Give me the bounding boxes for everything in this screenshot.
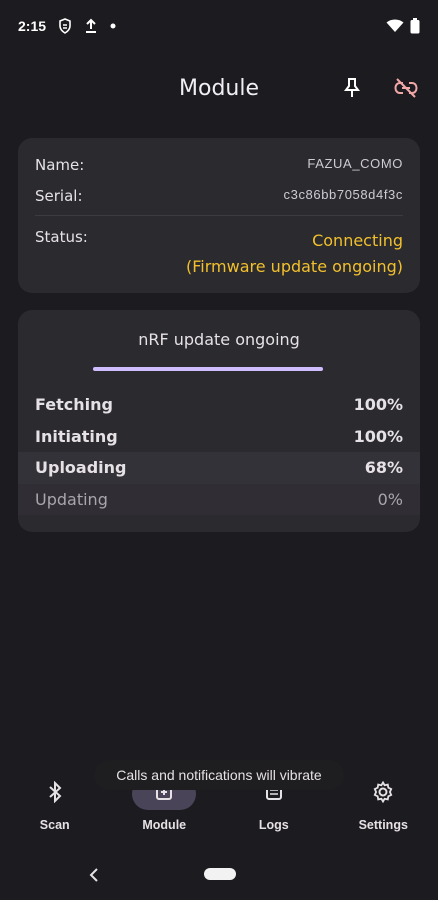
serial-value: c3c86bb7058d4f3c — [283, 187, 403, 202]
upload-icon — [84, 18, 98, 34]
nav-item-scan[interactable]: Scan — [7, 770, 103, 840]
pin-icon[interactable] — [338, 74, 366, 102]
module-info-card: Name: FAZUA_COMO Serial: c3c86bb7058d4f3… — [18, 138, 420, 293]
top-app-bar: Module — [0, 60, 438, 116]
stage-value: 100% — [353, 426, 403, 446]
update-progress-fill — [93, 367, 323, 371]
battery-icon — [410, 18, 420, 34]
stage-label: Fetching — [35, 395, 113, 415]
link-off-icon[interactable] — [392, 74, 420, 102]
name-label: Name: — [35, 156, 85, 174]
serial-label: Serial: — [35, 187, 83, 205]
data-saver-icon — [58, 18, 72, 34]
update-title: nRF update ongoing — [138, 330, 300, 349]
update-progress-bar — [93, 367, 323, 371]
gear-icon — [371, 780, 395, 808]
nav-label-logs: Logs — [258, 818, 289, 832]
stage-value: 100% — [353, 395, 403, 415]
wifi-icon — [386, 19, 404, 33]
bluetooth-icon — [47, 780, 63, 807]
system-navigation-bar — [0, 860, 438, 890]
status-value: Connecting — [312, 231, 403, 250]
status-label: Status: — [35, 228, 88, 246]
back-chevron-icon[interactable] — [86, 866, 104, 884]
stage-row-initiating: Initiating 100% — [18, 421, 420, 453]
status-row: Status: Connecting (Firmware update ongo… — [35, 228, 403, 280]
nav-item-settings[interactable]: Settings — [335, 770, 431, 840]
nav-icon-container — [351, 778, 415, 810]
nav-label-module: Module — [142, 818, 187, 832]
status-time: 2:15 — [18, 18, 47, 34]
stage-label: Uploading — [35, 458, 127, 478]
stage-value: 0% — [377, 489, 403, 509]
status-bar: 2:15 — [0, 0, 438, 52]
stage-row-updating: Updating 0% — [18, 483, 420, 515]
name-row: Name: FAZUA_COMO — [35, 156, 403, 174]
nav-label-scan: Scan — [39, 818, 70, 832]
notification-dot-icon — [110, 23, 116, 29]
stage-value: 68% — [364, 458, 403, 478]
toast-message: Calls and notifications will vibrate — [94, 760, 344, 790]
nav-label-settings: Settings — [358, 818, 408, 832]
status-detail: (Firmware update ongoing) — [186, 257, 403, 276]
stage-label: Updating — [35, 489, 108, 509]
stage-label: Initiating — [35, 426, 118, 446]
update-stages: Fetching 100% Initiating 100% Uploading … — [18, 389, 420, 515]
name-value: FAZUA_COMO — [307, 156, 403, 171]
nav-icon-container — [23, 778, 87, 810]
divider — [35, 215, 403, 216]
home-handle[interactable] — [204, 868, 236, 880]
serial-row: Serial: c3c86bb7058d4f3c — [35, 187, 403, 205]
update-card: nRF update ongoing Fetching 100% Initiat… — [18, 310, 420, 532]
stage-row-uploading: Uploading 68% — [18, 452, 420, 484]
stage-row-fetching: Fetching 100% — [18, 389, 420, 421]
